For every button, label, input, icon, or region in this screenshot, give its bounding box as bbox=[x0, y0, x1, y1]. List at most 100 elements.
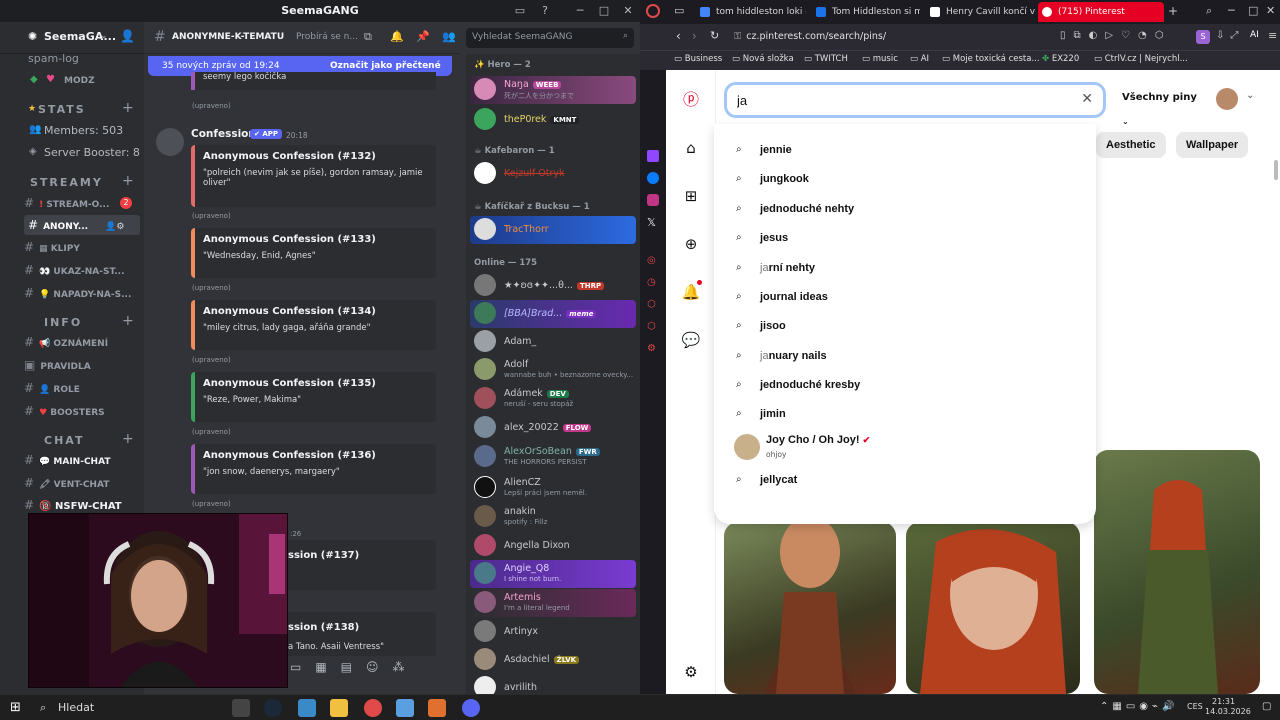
member-row[interactable]: AlexOrSoBean FWR THE HORRORS PERSIST bbox=[470, 443, 636, 471]
pin-filter-dropdown[interactable]: Všechny piny ⌄ bbox=[1122, 86, 1202, 126]
channel-napady[interactable]: # 💡 NAPADY-NA-S... bbox=[24, 283, 144, 303]
suggestion-item[interactable]: ⌕ jennie bbox=[734, 138, 1074, 162]
profile-avatar[interactable] bbox=[1216, 88, 1238, 110]
server-header[interactable]: ✺ SeemaGA... ⌄ 👤 bbox=[0, 22, 144, 54]
member-row[interactable]: [BBA]Brad... meme bbox=[470, 300, 636, 328]
suggestion-item[interactable]: ⌕ jednoduché kresby bbox=[734, 373, 1074, 397]
member-row[interactable]: Kejzulf Otryk bbox=[470, 160, 636, 188]
member-row[interactable]: Angella Dixon bbox=[470, 532, 636, 560]
suggestion-item[interactable]: ⌕ jimin bbox=[734, 402, 1074, 426]
pinterest-logo-icon[interactable]: ⓟ bbox=[681, 90, 701, 110]
minimize-icon[interactable]: ─ bbox=[572, 3, 588, 19]
channel-oznameni[interactable]: # 📢 OZNÁMENÍ bbox=[24, 332, 144, 352]
add-channel-icon[interactable]: + bbox=[122, 313, 134, 329]
clear-search-icon[interactable]: ✕ bbox=[1081, 91, 1093, 107]
maximize-icon[interactable]: □ bbox=[596, 3, 612, 19]
member-row[interactable]: ★✦ʚɞ✦✦...θ... THRP bbox=[470, 272, 636, 300]
member-row[interactable]: Adolf wannabe buh • beznazorne ovecky... bbox=[470, 356, 636, 384]
toolbar-icons[interactable]: ▯⧉◐▷♡◔⬡ bbox=[1060, 30, 1171, 41]
channel-ukaz[interactable]: # 👀 UKAZ-NA-ST... bbox=[24, 260, 144, 280]
file-explorer-icon[interactable] bbox=[330, 699, 348, 717]
bookmark-item[interactable]: ▭ Moje toxická cesta... bbox=[942, 54, 1040, 64]
channel-anonymne[interactable]: # ANONY... 👤⚙ bbox=[24, 215, 140, 235]
message-input-toolbar[interactable]: ▭▦▤☺⁂ bbox=[290, 660, 460, 682]
notification-icon[interactable]: ▢ bbox=[1262, 701, 1271, 712]
chip-aesthetic[interactable]: Aesthetic bbox=[1096, 132, 1166, 158]
member-row[interactable]: avrilith bbox=[470, 674, 636, 694]
minimize-icon[interactable]: ─ bbox=[1228, 4, 1235, 17]
discord-search-input[interactable]: Vyhledat SeemaGANG ⌕ bbox=[466, 28, 634, 48]
bookmark-item[interactable]: ▭ Business bbox=[674, 54, 722, 64]
taskbar-search[interactable]: Hledat bbox=[58, 701, 94, 714]
messages-icon[interactable]: 💬 bbox=[681, 330, 701, 350]
inbox-icon[interactable]: ▭ bbox=[512, 3, 528, 19]
member-row[interactable]: Adámek DEV neruší - seru stopáž bbox=[470, 385, 636, 413]
twitch-icon[interactable] bbox=[647, 150, 659, 162]
channel-nsfw-chat[interactable]: # 🔞 NSFW-Chat bbox=[24, 495, 144, 515]
avatar[interactable] bbox=[156, 128, 184, 156]
tab-henry-cavill[interactable]: Henry Cavill končí v su bbox=[926, 2, 1036, 22]
pin-image[interactable] bbox=[1094, 450, 1260, 694]
explore-icon[interactable]: ⊞ bbox=[681, 186, 701, 206]
close-icon[interactable]: ✕ bbox=[1266, 4, 1275, 17]
category-chat[interactable]: CHAT bbox=[44, 434, 84, 447]
pin-image[interactable] bbox=[906, 522, 1080, 694]
bookmark-item[interactable]: ▭ music bbox=[862, 54, 898, 64]
messenger-icon[interactable] bbox=[647, 172, 659, 184]
ai-button[interactable]: AI bbox=[1250, 30, 1259, 40]
tab-pinterest[interactable]: (715) Pinterest bbox=[1038, 2, 1164, 22]
members-list-icon[interactable]: 👥 bbox=[442, 30, 456, 43]
suggestion-item[interactable]: ⌕ jednoduché nehty bbox=[734, 197, 1074, 221]
channel-vent-chat[interactable]: # 🖍 VENT-CHAT bbox=[24, 473, 144, 493]
input-language[interactable]: CES bbox=[1187, 702, 1203, 711]
tab-google[interactable]: tom hiddleston loki - Gi bbox=[696, 2, 806, 22]
close-icon[interactable]: ✕ bbox=[620, 3, 636, 19]
extension-icon[interactable]: S bbox=[1196, 30, 1210, 44]
suggestion-item[interactable]: ⌕ jesus bbox=[734, 226, 1074, 250]
reload-icon[interactable]: ↻ bbox=[710, 29, 719, 42]
channel-boosters[interactable]: # ♥ BOOSTERS bbox=[24, 401, 144, 421]
app-icon[interactable] bbox=[396, 699, 414, 717]
member-row[interactable]: Naŋa WEEB 死が二人を分かつまで bbox=[470, 76, 636, 104]
member-row[interactable]: AlienCZ Lepší práci jsem neměl. bbox=[470, 474, 636, 502]
home-icon[interactable]: ⌂ bbox=[681, 138, 701, 158]
channel-klipy[interactable]: # ▦ KLIPY bbox=[24, 237, 144, 257]
download-icon[interactable]: ⇩⤢ bbox=[1216, 30, 1244, 41]
address-bar[interactable]: ⚿ cz.pinterest.com/search/pins/ bbox=[730, 28, 1060, 46]
pin-image[interactable] bbox=[724, 522, 896, 694]
suggestion-item[interactable]: ⌕ journal ideas bbox=[734, 285, 1074, 309]
add-channel-icon[interactable]: + bbox=[122, 431, 134, 447]
scrollbar-thumb[interactable] bbox=[1274, 160, 1278, 180]
x-icon[interactable]: 𝕏 bbox=[647, 216, 656, 229]
pinterest-search-bar[interactable]: ✕ bbox=[724, 82, 1106, 118]
help-icon[interactable]: ? bbox=[537, 3, 553, 19]
member-row[interactable]: Asdachiel ŽLVK bbox=[470, 646, 636, 674]
bell-icon[interactable]: 🔔 bbox=[390, 30, 404, 43]
suggestion-item[interactable]: ⌕ jarní nehty bbox=[734, 256, 1074, 280]
bookmark-item[interactable]: ▭ Nová složka bbox=[732, 54, 794, 64]
bookmark-item[interactable]: ▭ AI bbox=[910, 54, 929, 64]
suggestion-item[interactable]: ⌕ jisoo bbox=[734, 314, 1074, 338]
forward-icon[interactable]: › bbox=[692, 29, 697, 43]
suggestion-item[interactable]: ⌕ jellycat bbox=[734, 468, 1074, 492]
instagram-icon[interactable] bbox=[647, 194, 659, 206]
member-row[interactable]: Artemis I'm a literal legend bbox=[470, 589, 636, 617]
back-icon[interactable]: ‹ bbox=[676, 29, 681, 43]
task-view-icon[interactable] bbox=[232, 699, 250, 717]
pinterest-search-input[interactable] bbox=[737, 90, 1037, 110]
category-stats[interactable]: STATS bbox=[38, 103, 86, 116]
channel-role[interactable]: # 👤 ROLE bbox=[24, 378, 144, 398]
sidebar-tools-icons[interactable]: ◎ ◷ ⬡ ⬡ ⚙ bbox=[647, 250, 656, 360]
app-icon[interactable] bbox=[298, 699, 316, 717]
member-row[interactable]: alex_20022 FLOW bbox=[470, 414, 636, 442]
member-row[interactable]: Adam_ bbox=[470, 328, 636, 356]
steam-icon[interactable] bbox=[264, 699, 282, 717]
pin-icon[interactable]: 📌 bbox=[416, 30, 430, 43]
bookmark-item[interactable]: ✤ EX220 bbox=[1042, 54, 1079, 64]
create-icon[interactable]: ⊕ bbox=[681, 234, 701, 254]
settings-icon[interactable]: ⚙ bbox=[681, 662, 701, 682]
bell-icon[interactable]: 🔔 bbox=[681, 282, 701, 302]
new-tab-icon[interactable]: + bbox=[1168, 4, 1178, 18]
channel-modz[interactable]: MODZ bbox=[64, 76, 95, 86]
clock-time[interactable]: 21:31 bbox=[1212, 697, 1235, 706]
